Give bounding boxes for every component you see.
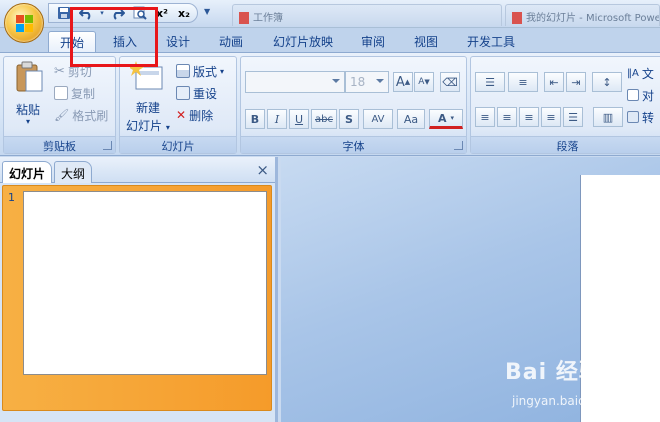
paste-button[interactable]: 粘贴 ▾ <box>10 59 50 133</box>
baidu-watermark-logo: Bai 经验 <box>505 360 602 385</box>
chevron-down-icon: ▾ <box>220 66 225 76</box>
dialog-launcher-icon[interactable] <box>103 141 112 150</box>
window-tab-workbook[interactable]: 工作簿 <box>232 4 502 26</box>
customize-qat-icon[interactable]: ▼ <box>204 7 210 16</box>
tab-outline[interactable]: 大纲 <box>54 161 93 183</box>
new-slide-button[interactable]: 新建 幻灯片 ▾ <box>122 59 174 133</box>
paste-icon <box>16 61 43 92</box>
align-text-button[interactable]: 对 <box>627 85 654 105</box>
columns-button[interactable]: ▥ <box>593 107 623 127</box>
justify-button[interactable]: ≡ <box>541 107 561 127</box>
tab-developer[interactable]: 开发工具 <box>458 31 524 52</box>
slide-editing-area <box>281 157 660 422</box>
shrink-font-button[interactable]: A ▼ <box>414 72 434 92</box>
selected-slide-thumbnail-row[interactable]: 1 <box>2 185 272 411</box>
watermark-url: jingyan.baidu.com <box>512 394 623 408</box>
numbering-button[interactable]: ≡ <box>508 72 538 92</box>
font-color-button[interactable]: A ▾ <box>429 109 463 129</box>
chevron-down-icon <box>376 79 384 83</box>
delete-icon: ✕ <box>176 108 187 122</box>
align-right-button[interactable]: ≡ <box>519 107 539 127</box>
layout-icon <box>176 64 190 78</box>
delete-slide-button[interactable]: ✕ 删除 <box>176 105 213 125</box>
new-slide-label-1: 新建 <box>136 101 161 115</box>
slide-thumbnail[interactable] <box>23 191 267 375</box>
smartart-icon <box>627 111 639 123</box>
decrease-indent-button[interactable]: ⇤ <box>544 72 564 92</box>
distribute-button[interactable]: ☰ <box>563 107 583 127</box>
close-icon[interactable]: × <box>256 161 269 179</box>
paragraph-group: ☰ ≡ ⇤ ⇥ ↕ ‖A 文 对 转 ≡ ≡ ≡ ≡ ☰ ▥ 段落 <box>470 56 660 154</box>
subscript-icon[interactable]: x₂ <box>175 5 193 21</box>
slide-number: 1 <box>8 191 15 204</box>
reset-button[interactable]: 重设 <box>176 83 217 103</box>
bullets-button[interactable]: ☰ <box>475 72 505 92</box>
copy-button[interactable]: 复制 <box>54 83 95 103</box>
font-size-combo[interactable]: 18 <box>345 71 389 93</box>
italic-button[interactable]: I <box>267 109 287 129</box>
align-center-button[interactable]: ≡ <box>497 107 517 127</box>
tab-review[interactable]: 审阅 <box>350 31 396 52</box>
font-group: 18 A ▲ A ▼ ⌫ B I U abc S AV Aa A ▾ 字体 <box>240 56 467 154</box>
text-direction-icon: ‖A <box>627 67 639 79</box>
reset-icon <box>176 86 190 100</box>
character-spacing-button[interactable]: AV <box>363 109 393 129</box>
clipboard-group: 粘贴 ▾ ✂ 剪切 复制 🖌 格式刷 剪贴板 <box>3 56 116 154</box>
align-text-icon <box>627 89 639 101</box>
slides-group: 新建 幻灯片 ▾ 版式 ▾ 重设 ✕ 删除 幻灯片 <box>119 56 237 154</box>
paragraph-group-label: 段落 <box>471 136 660 153</box>
dialog-launcher-icon[interactable] <box>454 141 463 150</box>
ribbon: 粘贴 ▾ ✂ 剪切 复制 🖌 格式刷 剪贴板 新建 幻灯片 ▾ 版式 ▾ 重设 ✕ 删除 <box>0 52 660 156</box>
office-button[interactable] <box>4 3 44 43</box>
tab-slides[interactable]: 幻灯片 <box>2 161 53 183</box>
clipboard-group-label: 剪贴板 <box>4 136 115 153</box>
office-logo-icon <box>16 15 34 33</box>
increase-indent-button[interactable]: ⇥ <box>566 72 586 92</box>
copy-icon <box>54 86 68 100</box>
window-tab-presentation[interactable]: 我的幻灯片 - Microsoft PowerPoint <box>505 4 660 26</box>
document-icon <box>239 12 249 24</box>
format-painter-button[interactable]: 🖌 格式刷 <box>54 105 108 125</box>
document-icon <box>512 12 522 24</box>
strikethrough-button[interactable]: abc <box>311 109 337 129</box>
slides-outline-pane: 幻灯片 大纲 × 1 <box>0 157 278 422</box>
eraser-icon: ⌫ <box>442 75 458 89</box>
chevron-down-icon <box>332 79 340 83</box>
tab-design[interactable]: 设计 <box>155 31 201 52</box>
new-slide-label-2: 幻灯片 ▾ <box>126 119 170 133</box>
shadow-button[interactable]: S <box>339 109 359 129</box>
highlight-annotation-box <box>70 7 158 67</box>
clear-format-button[interactable]: ⌫ <box>440 72 460 92</box>
underline-button[interactable]: U <box>289 109 309 129</box>
brush-icon: 🖌 <box>54 108 70 122</box>
paste-label: 粘贴 <box>16 103 41 117</box>
convert-smartart-button[interactable]: 转 <box>627 107 654 127</box>
tab-slideshow[interactable]: 幻灯片放映 <box>262 31 344 52</box>
layout-button[interactable]: 版式 ▾ <box>176 61 224 81</box>
grow-font-button[interactable]: A ▲ <box>393 72 413 92</box>
font-name-combo[interactable] <box>245 71 345 93</box>
slides-group-label: 幻灯片 <box>120 136 236 153</box>
text-direction-button[interactable]: ‖A 文 <box>627 63 654 83</box>
change-case-button[interactable]: Aa <box>397 109 425 129</box>
bold-button[interactable]: B <box>245 109 265 129</box>
chevron-down-icon: ▾ <box>26 117 31 126</box>
pane-tab-bar: 幻灯片 大纲 × <box>0 157 275 183</box>
scissors-icon: ✂ <box>54 63 65 79</box>
tab-animations[interactable]: 动画 <box>208 31 254 52</box>
tab-view[interactable]: 视图 <box>403 31 449 52</box>
chevron-down-icon: ▾ <box>450 114 455 122</box>
chevron-down-icon: ▾ <box>165 123 170 132</box>
font-group-label: 字体 <box>241 136 466 153</box>
line-spacing-button[interactable]: ↕ <box>592 72 622 92</box>
align-left-button[interactable]: ≡ <box>475 107 495 127</box>
